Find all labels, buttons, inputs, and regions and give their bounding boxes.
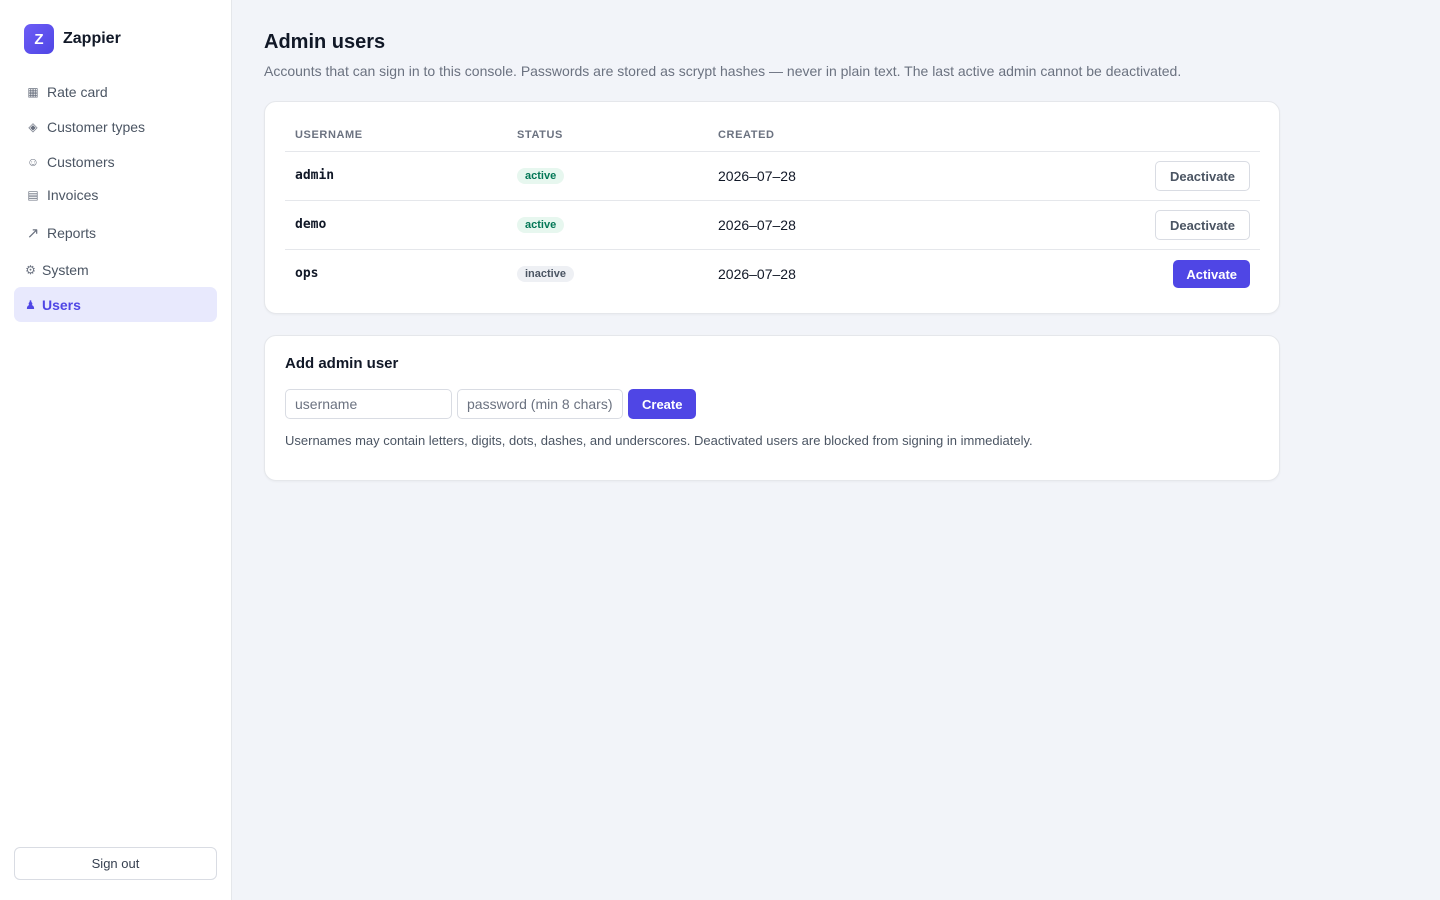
add-user-title: Add admin user bbox=[285, 355, 399, 372]
brand-name: Zappier bbox=[63, 30, 121, 47]
sidebar-item-label: Users bbox=[42, 296, 81, 313]
sidebar-item-reports[interactable]: ↗ Reports bbox=[14, 215, 217, 250]
page-title: Admin users bbox=[264, 31, 386, 53]
password-input[interactable] bbox=[457, 389, 623, 419]
create-button[interactable]: Create bbox=[628, 389, 697, 419]
gear-icon: ⚙ bbox=[25, 262, 36, 277]
created-cell: 2026–07–28 bbox=[718, 217, 796, 233]
user-icon: ♟ bbox=[25, 297, 36, 312]
username-cell: demo bbox=[295, 217, 327, 232]
trend-arrow-icon: ↗ bbox=[26, 224, 40, 242]
status-badge: active bbox=[517, 168, 565, 184]
sidebar-item-label: Reports bbox=[47, 224, 97, 241]
table-row: ops inactive 2026–07–28 Activate bbox=[285, 249, 1260, 298]
sidebar: Z Zappier ▦ Rate card ◈ Customer types ☺… bbox=[0, 0, 232, 900]
sign-out-button[interactable]: Sign out bbox=[14, 847, 217, 880]
created-cell: 2026–07–28 bbox=[718, 168, 796, 184]
username-cell: ops bbox=[295, 266, 319, 281]
deactivate-button[interactable]: Deactivate bbox=[1154, 210, 1250, 240]
sidebar-item-customer-types[interactable]: ◈ Customer types bbox=[14, 109, 217, 144]
sidebar-item-label: Customer types bbox=[47, 118, 146, 135]
username-input[interactable] bbox=[285, 389, 452, 419]
smiley-icon: ☺ bbox=[26, 154, 40, 169]
table-row: demo active 2026–07–28 Deactivate bbox=[285, 200, 1260, 249]
created-cell: 2026–07–28 bbox=[718, 266, 796, 282]
grid-icon: ▦ bbox=[27, 84, 39, 99]
deactivate-button[interactable]: Deactivate bbox=[1154, 161, 1250, 191]
brand[interactable]: Z Zappier bbox=[24, 24, 121, 54]
sidebar-item-label: System bbox=[42, 261, 89, 278]
sidebar-item-customers[interactable]: ☺ Customers bbox=[14, 144, 217, 179]
status-badge: inactive bbox=[517, 266, 574, 282]
diamond-icon: ◈ bbox=[28, 119, 38, 134]
sidebar-item-rate-card[interactable]: ▦ Rate card bbox=[14, 74, 217, 109]
page-description: Accounts that can sign in to this consol… bbox=[264, 63, 1182, 79]
sidebar-item-label: Rate card bbox=[47, 83, 108, 100]
activate-button[interactable]: Activate bbox=[1173, 260, 1250, 288]
status-badge: active bbox=[517, 217, 565, 233]
sidebar-item-label: Invoices bbox=[47, 186, 99, 203]
sidebar-item-system[interactable]: ⚙ System bbox=[14, 252, 217, 287]
add-user-card: Add admin user Create Usernames may cont… bbox=[264, 335, 1280, 481]
users-table-card: Username Status Created admin active 202… bbox=[264, 101, 1280, 314]
column-header-username: Username bbox=[295, 129, 363, 141]
table-row: admin active 2026–07–28 Deactivate bbox=[285, 151, 1260, 200]
sidebar-item-label: Customers bbox=[47, 153, 115, 170]
list-icon: ▤ bbox=[27, 187, 39, 202]
username-cell: admin bbox=[295, 168, 335, 183]
sidebar-item-invoices[interactable]: ▤ Invoices bbox=[14, 177, 217, 212]
brand-logo: Z bbox=[24, 24, 54, 54]
add-user-help-text: Usernames may contain letters, digits, d… bbox=[285, 433, 1033, 448]
column-header-status: Status bbox=[517, 129, 563, 141]
column-header-created: Created bbox=[718, 129, 775, 141]
sidebar-item-users[interactable]: ♟ Users bbox=[14, 287, 217, 322]
